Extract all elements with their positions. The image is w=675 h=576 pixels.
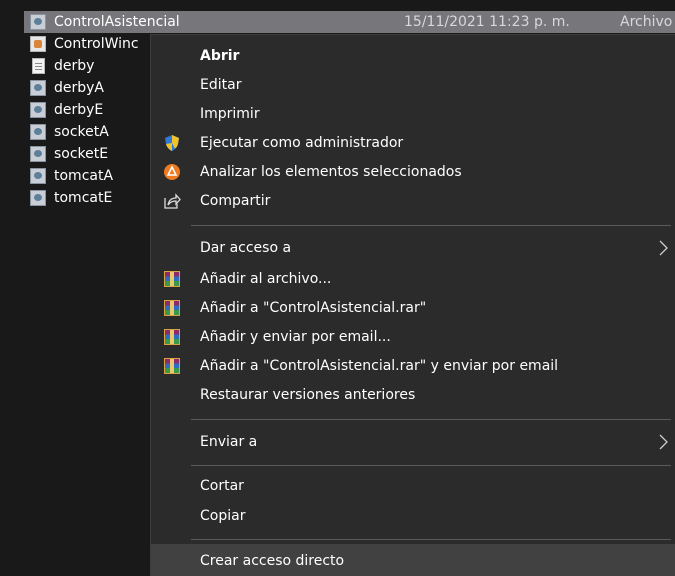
menu-item-label: Ejecutar como administrador xyxy=(200,135,404,151)
text-file-icon xyxy=(32,58,45,74)
menu-item-print[interactable]: Imprimir xyxy=(151,100,675,128)
menu-item-label: Imprimir xyxy=(200,106,260,122)
menu-item-send-to[interactable]: Enviar a xyxy=(151,428,675,456)
antivirus-icon xyxy=(164,164,180,180)
rdp-file-icon xyxy=(30,124,46,140)
menu-item-label: Crear acceso directo xyxy=(200,552,345,569)
file-date: 15/11/2021 11:23 p. m. xyxy=(404,14,570,30)
file-name: tomcatE xyxy=(54,190,113,206)
menu-item-cut[interactable]: Cortar xyxy=(151,472,675,500)
menu-separator xyxy=(191,419,671,420)
file-row-controlasistencial[interactable]: ControlAsistencial 15/11/2021 11:23 p. m… xyxy=(24,11,675,33)
menu-item-label: Añadir a "ControlAsistencial.rar" xyxy=(200,300,427,316)
file-row-derbye[interactable]: derbyE xyxy=(24,99,103,121)
java-file-icon xyxy=(30,36,46,52)
share-icon xyxy=(164,193,181,209)
menu-item-label: Editar xyxy=(200,77,242,93)
file-name: derbyA xyxy=(54,80,105,96)
chevron-right-icon xyxy=(659,434,668,450)
rdp-file-icon xyxy=(30,14,46,30)
rdp-file-icon xyxy=(30,168,46,184)
menu-item-label: Añadir a "ControlAsistencial.rar" y envi… xyxy=(200,358,559,374)
rdp-file-icon xyxy=(30,102,46,118)
file-row-socketa[interactable]: socketA xyxy=(24,121,109,143)
menu-item-open[interactable]: Abrir xyxy=(151,42,675,70)
file-name: ControlAsistencial xyxy=(54,14,180,30)
uac-shield-icon xyxy=(165,135,179,151)
menu-item-label: Copiar xyxy=(200,508,246,524)
file-name: derbyE xyxy=(54,102,104,118)
menu-separator xyxy=(191,465,671,466)
menu-item-label: Añadir al archivo... xyxy=(200,271,332,287)
winrar-icon xyxy=(164,329,180,345)
menu-item-copy[interactable]: Copiar xyxy=(151,502,675,530)
menu-item-add-email[interactable]: Añadir y enviar por email... xyxy=(151,323,675,351)
menu-item-add-to-rar[interactable]: Añadir a "ControlAsistencial.rar" xyxy=(151,294,675,322)
file-row-controlwinc[interactable]: ControlWinc xyxy=(24,33,139,55)
winrar-icon xyxy=(164,271,180,287)
rdp-file-icon xyxy=(30,146,46,162)
file-row-tomcate[interactable]: tomcatE xyxy=(24,187,112,209)
file-name: socketE xyxy=(54,146,109,162)
rdp-file-icon xyxy=(30,190,46,206)
chevron-right-icon xyxy=(659,240,668,256)
menu-item-edit[interactable]: Editar xyxy=(151,71,675,99)
menu-item-label: Analizar los elementos seleccionados xyxy=(200,164,462,180)
file-name: tomcatA xyxy=(54,168,114,184)
context-menu: Abrir Editar Imprimir Ejecutar como admi… xyxy=(150,34,675,576)
winrar-icon xyxy=(164,358,180,374)
menu-item-restore[interactable]: Restaurar versiones anteriores xyxy=(151,381,675,409)
menu-item-label: Compartir xyxy=(200,193,271,209)
menu-item-share[interactable]: Compartir xyxy=(151,187,675,215)
file-name: ControlWinc xyxy=(54,36,139,52)
menu-item-run-as-admin[interactable]: Ejecutar como administrador xyxy=(151,129,675,157)
menu-item-label: Enviar a xyxy=(200,434,258,450)
menu-item-label: Restaurar versiones anteriores xyxy=(200,387,416,403)
menu-item-add-rar-email[interactable]: Añadir a "ControlAsistencial.rar" y envi… xyxy=(151,352,675,380)
menu-item-label: Cortar xyxy=(200,478,244,494)
file-name: derby xyxy=(54,58,95,74)
file-row-derby[interactable]: derby xyxy=(24,55,94,77)
menu-item-give-access[interactable]: Dar acceso a xyxy=(151,234,675,262)
rdp-file-icon xyxy=(30,80,46,96)
file-type: Archivo po xyxy=(620,14,675,30)
file-row-tomcata[interactable]: tomcatA xyxy=(24,165,113,187)
menu-separator xyxy=(191,539,671,540)
menu-item-label: Añadir y enviar por email... xyxy=(200,329,391,345)
file-row-sockete[interactable]: socketE xyxy=(24,143,108,165)
menu-item-create-shortcut[interactable]: Crear acceso directo xyxy=(151,544,675,576)
file-name: socketA xyxy=(54,124,109,140)
menu-item-scan[interactable]: Analizar los elementos seleccionados xyxy=(151,158,675,186)
file-row-derbya[interactable]: derbyA xyxy=(24,77,104,99)
winrar-icon xyxy=(164,300,180,316)
menu-item-label: Dar acceso a xyxy=(200,240,292,256)
menu-separator xyxy=(191,225,671,226)
menu-item-add-to-archive[interactable]: Añadir al archivo... xyxy=(151,265,675,293)
menu-item-label: Abrir xyxy=(200,48,240,64)
